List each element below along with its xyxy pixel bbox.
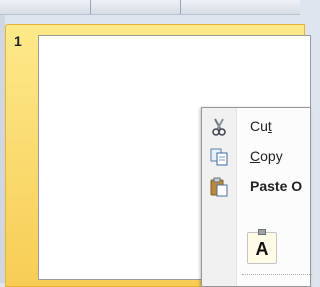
scissors-icon — [209, 117, 229, 137]
menu-item-copy-label: Copy — [250, 148, 283, 164]
clipboard-clip-icon — [258, 229, 266, 235]
menu-item-cut[interactable]: Cut — [202, 112, 312, 142]
clipboard-icon — [209, 177, 229, 197]
context-menu: Cut Copy Paste O A — [201, 107, 312, 287]
menu-item-cut-label: Cut — [250, 118, 272, 134]
menu-separator — [242, 274, 312, 275]
copy-icon — [209, 147, 229, 167]
menu-item-copy[interactable]: Copy — [202, 142, 312, 172]
ribbon-bottom-edge — [0, 0, 300, 15]
ribbon-divider — [90, 0, 91, 14]
paste-keep-text-only-button[interactable]: A — [247, 229, 277, 264]
menu-item-paste-options-label: Paste O — [250, 178, 303, 194]
slide-number: 1 — [14, 33, 22, 49]
ribbon-divider — [180, 0, 181, 14]
menu-item-paste-options[interactable]: Paste O — [202, 172, 312, 202]
paste-option-letter: A — [255, 239, 269, 259]
